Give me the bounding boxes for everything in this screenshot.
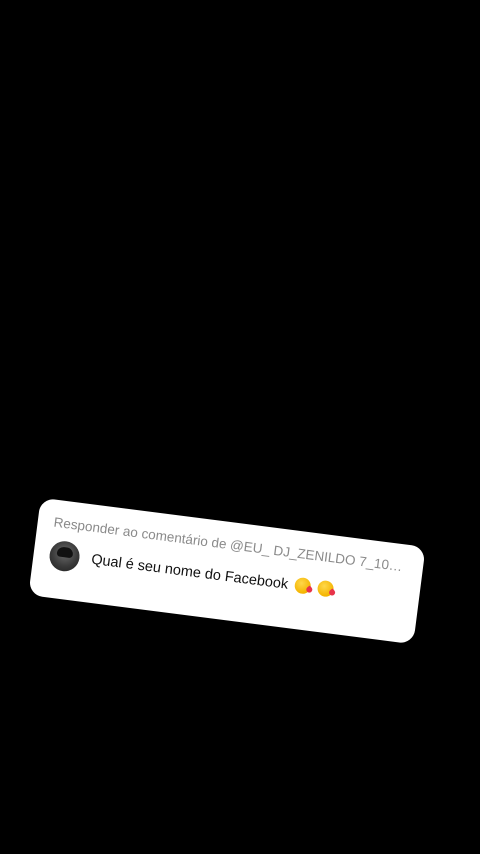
kissing-face-heart-icon: [316, 579, 335, 598]
avatar: [47, 539, 82, 574]
reply-comment-sticker[interactable]: Responder ao comentário de @EU_ DJ_ZENIL…: [28, 497, 426, 645]
video-frame: Responder ao comentário de @EU_ DJ_ZENIL…: [0, 0, 480, 854]
kissing-face-heart-icon: [294, 576, 313, 595]
